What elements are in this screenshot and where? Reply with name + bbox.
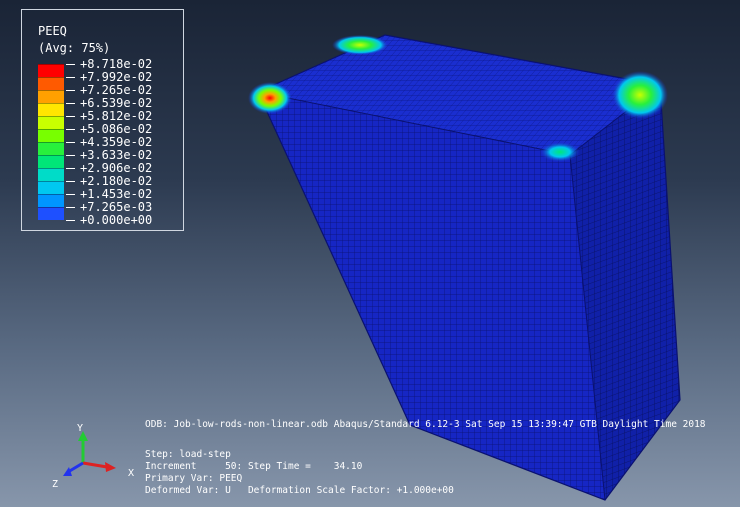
legend-subtitle: (Avg: 75%) [38,41,111,55]
triad-z-label: Z [52,479,59,490]
legend-title: PEEQ [38,24,67,38]
legend-swatch [38,155,64,168]
model-viewport[interactable]: PEEQ (Avg: 75%) +8.718e-02 +7.992e-02 +7.2… [0,0,740,507]
increment-label: Increment 50: Step Time = 34.10 [145,461,363,472]
deformed-var-label: Deformed Var: U Deformation Scale Factor… [145,485,454,496]
contour-legend[interactable]: PEEQ (Avg: 75%) +8.718e-02 +7.992e-02 +7.2… [21,9,184,231]
legend-swatch [38,77,64,90]
legend-color-bar [38,64,64,220]
primary-var-label: Primary Var: PEEQ [145,473,243,484]
legend-swatch [38,168,64,181]
legend-swatch [38,90,64,103]
legend-swatch [38,194,64,207]
triad-y-label: Y [77,423,84,434]
hotspot-inner-corner [540,142,580,162]
odb-info-line: ODB: Job-low-rods-non-linear.odb Abaqus/… [145,419,706,430]
legend-labels: +8.718e-02 +7.992e-02 +7.265e-02 +6.539e-02… [66,58,152,227]
legend-swatch [38,207,64,220]
legend-swatch [38,64,64,77]
hotspot-top-left [332,35,388,55]
legend-swatch [38,103,64,116]
legend-swatch [38,142,64,155]
legend-swatch [38,181,64,194]
step-info: Step: load-step Increment 50: Step Time … [145,449,454,497]
triad-x-label: X [128,468,135,479]
coordinate-triad: Y X Z [52,420,142,495]
hotspot-left-corner [248,82,292,114]
legend-swatch [38,129,64,142]
legend-swatch [38,116,64,129]
step-label: Step: load-step [145,449,231,460]
hotspot-top-right [612,71,668,119]
legend-value-label: +0.000e+00 [66,214,152,227]
